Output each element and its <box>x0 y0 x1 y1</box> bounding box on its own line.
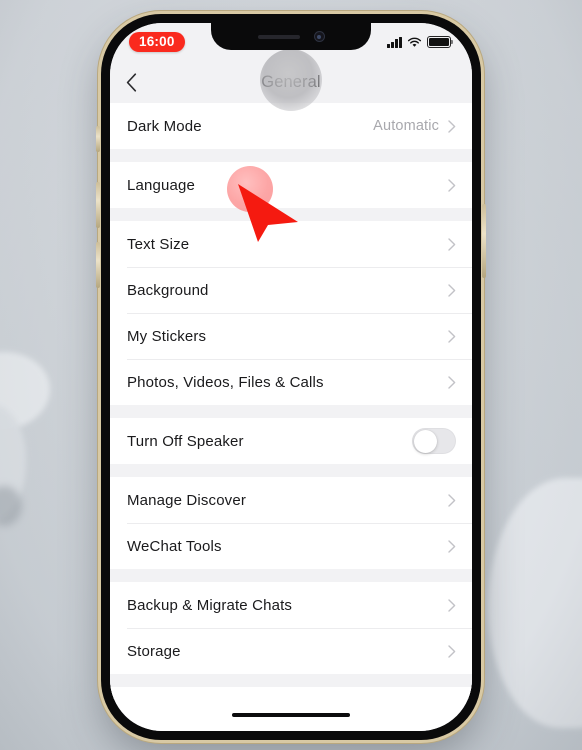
toggle-knob <box>413 429 437 453</box>
chevron-right-icon <box>448 119 456 133</box>
home-indicator-area <box>110 699 472 731</box>
chevron-right-icon <box>448 178 456 192</box>
home-indicator[interactable] <box>232 712 350 718</box>
silent-switch-button[interactable] <box>96 126 100 152</box>
settings-row-label: Photos, Videos, Files & Calls <box>127 373 324 391</box>
settings-group: Text Size Background My Stickers Photos, Vi… <box>110 221 472 405</box>
settings-row[interactable]: Language <box>110 162 472 208</box>
settings-group: Clear Chat History <box>110 687 472 699</box>
settings-row-label: Turn Off Speaker <box>127 432 244 450</box>
chevron-right-icon <box>448 493 456 507</box>
settings-list: Dark Mode Automatic Language Text Size Backg… <box>110 103 472 699</box>
chevron-right-icon <box>448 237 456 251</box>
group-separator <box>110 674 472 687</box>
front-camera-icon <box>313 31 325 42</box>
cellular-signal-icon <box>387 36 402 48</box>
settings-row[interactable]: Backup & Migrate Chats <box>110 582 472 628</box>
settings-row[interactable]: Background <box>110 267 472 313</box>
settings-row[interactable]: WeChat Tools <box>110 523 472 569</box>
navigation-bar: General <box>110 61 472 103</box>
settings-row[interactable]: Dark Mode Automatic <box>110 103 472 149</box>
settings-row[interactable]: Text Size <box>110 221 472 267</box>
chevron-right-icon <box>448 598 456 612</box>
settings-row-label: Storage <box>127 642 181 660</box>
chevron-right-icon <box>448 539 456 553</box>
settings-row-label: Backup & Migrate Chats <box>127 596 293 614</box>
settings-group: Turn Off Speaker <box>110 418 472 464</box>
volume-down-button[interactable] <box>96 242 100 288</box>
phone-device: 16:00 General Dark Mode Automatic Langua… <box>96 11 486 743</box>
group-separator <box>110 464 472 477</box>
settings-row[interactable]: Storage <box>110 628 472 674</box>
phone-screen: 16:00 General Dark Mode Automatic Langua… <box>110 23 472 731</box>
chevron-right-icon <box>448 375 456 389</box>
status-time-badge: 16:00 <box>129 31 185 53</box>
group-separator <box>110 569 472 582</box>
settings-group: Language <box>110 162 472 208</box>
chevron-right-icon <box>448 644 456 658</box>
settings-row-label: WeChat Tools <box>127 537 222 555</box>
group-separator <box>110 149 472 162</box>
settings-group: Manage Discover WeChat Tools <box>110 477 472 569</box>
power-button[interactable] <box>482 204 486 278</box>
settings-group: Backup & Migrate Chats Storage <box>110 582 472 674</box>
wifi-icon <box>407 37 422 47</box>
chevron-right-icon <box>448 329 456 343</box>
settings-row-label: Dark Mode <box>127 117 202 135</box>
settings-row-label: Language <box>127 176 195 194</box>
settings-row[interactable]: Photos, Videos, Files & Calls <box>110 359 472 405</box>
status-icons <box>387 36 453 48</box>
toggle-switch[interactable] <box>412 428 456 454</box>
settings-row[interactable]: Manage Discover <box>110 477 472 523</box>
group-separator <box>110 405 472 418</box>
group-separator <box>110 208 472 221</box>
background-object-right <box>488 478 582 728</box>
device-notch <box>211 23 371 50</box>
battery-icon <box>427 36 453 48</box>
settings-row-label: My Stickers <box>127 327 207 345</box>
settings-group: Dark Mode Automatic <box>110 103 472 149</box>
settings-row[interactable]: Turn Off Speaker <box>110 418 472 464</box>
page-title: General <box>261 72 321 91</box>
settings-row-label: Background <box>127 281 209 299</box>
settings-row[interactable]: Clear Chat History <box>110 687 472 699</box>
settings-row[interactable]: My Stickers <box>110 313 472 359</box>
settings-row-value: Automatic <box>373 118 439 134</box>
chevron-right-icon <box>448 283 456 297</box>
settings-row-label: Text Size <box>127 235 190 253</box>
earpiece-speaker-icon <box>257 34 300 39</box>
settings-row-label: Manage Discover <box>127 491 246 509</box>
scene: 16:00 General Dark Mode Automatic Langua… <box>0 0 582 750</box>
volume-up-button[interactable] <box>96 182 100 228</box>
